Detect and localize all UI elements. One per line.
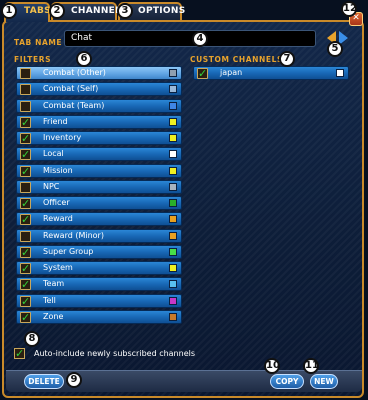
- filter-checkbox[interactable]: ✓: [20, 116, 31, 128]
- tab-name-input[interactable]: Chat: [64, 30, 316, 47]
- filter-label: Combat (Other): [43, 68, 106, 77]
- custom-channel-label: japan: [220, 68, 243, 77]
- filter-checkbox[interactable]: [20, 181, 31, 193]
- filter-label: Inventory: [43, 133, 82, 142]
- callout-8: 8: [24, 331, 40, 347]
- auto-include-label: Auto-include newly subscribed channels: [34, 349, 196, 358]
- filter-label: Local: [43, 149, 64, 159]
- filter-label: System: [43, 263, 73, 272]
- filter-row[interactable]: ✓ Super Group: [16, 244, 182, 259]
- filter-color-swatch[interactable]: [169, 231, 177, 240]
- filter-color-swatch[interactable]: [169, 134, 177, 142]
- filter-color-swatch[interactable]: [169, 85, 177, 94]
- callout-10: 10: [264, 358, 280, 374]
- callout-5: 5: [327, 41, 343, 57]
- custom-channel-row[interactable]: ✓ japan: [193, 66, 349, 80]
- filter-color-swatch[interactable]: [169, 215, 177, 224]
- filter-row[interactable]: ✓ Mission: [16, 163, 182, 178]
- tab-name-label: TAB NAME: [14, 38, 63, 47]
- filter-label: Reward (Minor): [43, 230, 104, 240]
- filter-row[interactable]: Combat (Other): [16, 66, 182, 80]
- filter-label: NPC: [43, 181, 60, 191]
- filter-row[interactable]: ✓ Team: [16, 277, 182, 292]
- filter-color-swatch[interactable]: [169, 312, 177, 321]
- filter-color-swatch[interactable]: [169, 69, 177, 77]
- filter-checkbox[interactable]: [20, 230, 31, 242]
- copy-button[interactable]: COPY: [270, 374, 304, 389]
- filter-checkbox[interactable]: ✓: [20, 198, 31, 209]
- filter-label: Combat (Team): [43, 100, 105, 110]
- filter-checkbox[interactable]: ✓: [20, 165, 31, 177]
- filter-color-swatch[interactable]: [169, 166, 177, 175]
- auto-include-checkbox[interactable]: ✓: [14, 348, 25, 359]
- new-button[interactable]: NEW: [310, 374, 338, 389]
- filter-checkbox[interactable]: ✓: [20, 311, 31, 323]
- filter-row[interactable]: ✓ Inventory: [16, 131, 182, 145]
- callout-7: 7: [279, 51, 295, 67]
- callout-4: 4: [192, 31, 208, 47]
- custom-channel-color-swatch[interactable]: [336, 69, 344, 77]
- filter-color-swatch[interactable]: [169, 247, 177, 256]
- filter-color-swatch[interactable]: [169, 296, 177, 305]
- filter-label: Tell: [43, 295, 56, 305]
- filter-row[interactable]: ✓ Friend: [16, 114, 182, 129]
- filter-checkbox[interactable]: ✓: [20, 295, 31, 307]
- tab-tabs-label: TABS: [24, 6, 51, 16]
- filter-color-swatch[interactable]: [169, 101, 177, 110]
- filter-row[interactable]: ✓ System: [16, 261, 182, 275]
- chat-settings-window: TABS CHANNELS OPTIONS 1 2 3 ✕ 12 TAB NAM…: [0, 0, 368, 400]
- filter-checkbox[interactable]: [20, 100, 31, 112]
- filter-label: Zone: [43, 311, 64, 321]
- filter-label: Officer: [43, 198, 70, 207]
- filter-checkbox[interactable]: ✓: [20, 149, 31, 161]
- callout-2: 2: [49, 3, 65, 19]
- filter-color-swatch[interactable]: [169, 264, 177, 272]
- filter-label: Mission: [43, 165, 73, 175]
- custom-channels-label: CUSTOM CHANNELS: [190, 55, 284, 64]
- filter-label: Combat (Self): [43, 84, 99, 94]
- callout-6: 6: [76, 51, 92, 67]
- filter-label: Friend: [43, 116, 68, 126]
- filter-color-swatch[interactable]: [169, 150, 177, 159]
- filter-checkbox[interactable]: ✓: [20, 263, 31, 274]
- callout-3: 3: [117, 3, 133, 19]
- callout-11: 11: [303, 358, 319, 374]
- filter-row[interactable]: NPC: [16, 179, 182, 194]
- filter-color-swatch[interactable]: [169, 280, 177, 289]
- filter-row[interactable]: Combat (Self): [16, 82, 182, 97]
- callout-1: 1: [1, 3, 17, 19]
- filter-row[interactable]: Combat (Team): [16, 98, 182, 113]
- filter-checkbox[interactable]: ✓: [20, 279, 31, 291]
- tab-options-label: OPTIONS: [138, 6, 186, 16]
- filter-row[interactable]: ✓ Officer: [16, 196, 182, 210]
- filter-row[interactable]: Reward (Minor): [16, 228, 182, 243]
- filters-label: FILTERS: [14, 55, 52, 64]
- filter-row[interactable]: ✓ Tell: [16, 293, 182, 308]
- filter-label: Team: [43, 279, 65, 289]
- filter-row[interactable]: ✓ Zone: [16, 309, 182, 324]
- filter-row[interactable]: ✓ Reward: [16, 212, 182, 227]
- filter-label: Reward: [43, 214, 73, 224]
- filter-checkbox[interactable]: [20, 68, 31, 79]
- delete-button[interactable]: DELETE: [24, 374, 64, 389]
- filter-color-swatch[interactable]: [169, 182, 177, 191]
- filter-checkbox[interactable]: [20, 84, 31, 96]
- filter-checkbox[interactable]: ✓: [20, 214, 31, 226]
- filter-checkbox[interactable]: ✓: [20, 133, 31, 144]
- filter-color-swatch[interactable]: [169, 117, 177, 126]
- filter-row[interactable]: ✓ Local: [16, 147, 182, 162]
- filter-color-swatch[interactable]: [169, 199, 177, 207]
- filter-label: Super Group: [43, 246, 94, 256]
- filter-checkbox[interactable]: ✓: [20, 246, 31, 258]
- custom-channel-checkbox[interactable]: ✓: [197, 68, 208, 79]
- callout-12: 12: [341, 1, 357, 17]
- callout-9: 9: [66, 372, 82, 388]
